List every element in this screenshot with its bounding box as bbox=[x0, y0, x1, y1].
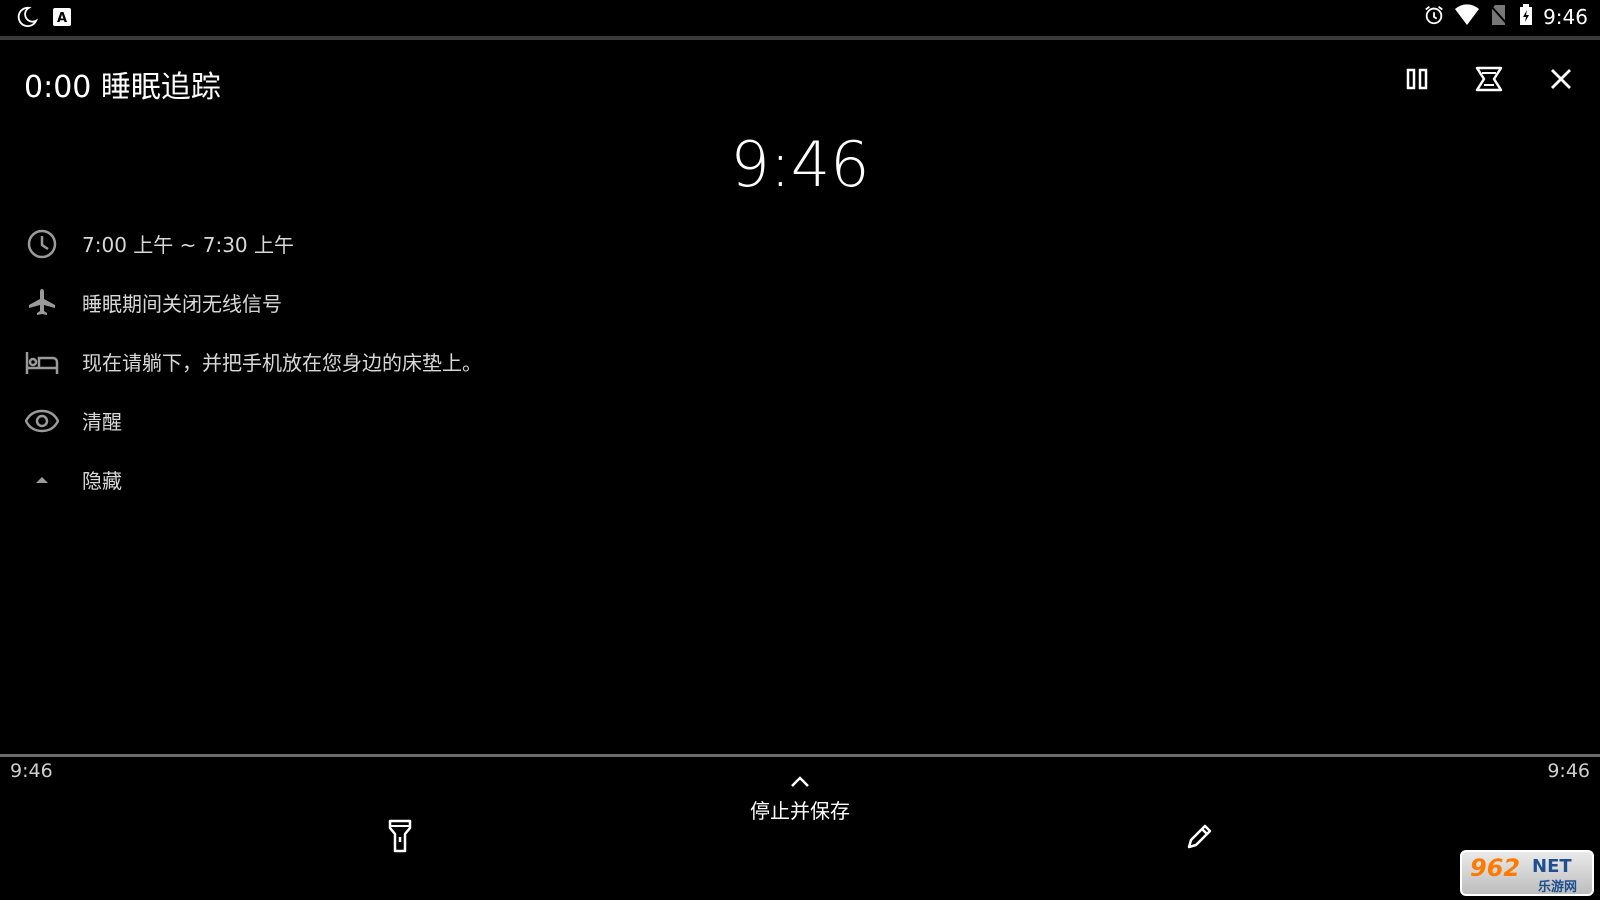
wifi-icon bbox=[1455, 4, 1480, 30]
timeline-bar bbox=[0, 754, 1600, 757]
clock-icon bbox=[24, 226, 60, 262]
watermark-net: NET bbox=[1532, 856, 1572, 877]
stop-and-save-label: 停止并保存 bbox=[750, 799, 850, 823]
airplane-icon bbox=[24, 285, 60, 321]
svg-text:A: A bbox=[57, 11, 67, 26]
airplane-mode-row[interactable]: 睡眠期间关闭无线信号 bbox=[24, 273, 482, 332]
stop-and-save-button[interactable]: 停止并保存 bbox=[700, 774, 900, 824]
battery-charging-icon bbox=[1519, 4, 1533, 30]
timeline-end-time: 9:46 bbox=[1547, 760, 1590, 782]
bed-instruction-row: 现在请躺下，并把手机放在您身边的床垫上。 bbox=[24, 332, 482, 391]
page-title: 0:00 睡眠追踪 bbox=[24, 70, 221, 105]
alarm-window-row: 7:00 上午 ~ 7:30 上午 bbox=[24, 214, 482, 273]
airplane-mode-text: 睡眠期间关闭无线信号 bbox=[82, 292, 282, 316]
watermark-cn: 乐游网 bbox=[1538, 880, 1578, 895]
pause-button[interactable] bbox=[1398, 62, 1436, 100]
close-icon bbox=[1549, 67, 1573, 95]
pencil-icon bbox=[1185, 821, 1215, 855]
bed-icon bbox=[24, 344, 60, 380]
info-list: 7:00 上午 ~ 7:30 上午 睡眠期间关闭无线信号 现在请躺下，并把手机放… bbox=[24, 214, 482, 509]
header-actions bbox=[1398, 62, 1580, 100]
hide-toggle-row[interactable]: 隐藏 bbox=[24, 450, 482, 509]
pause-icon bbox=[1405, 67, 1429, 95]
awake-status-row: 清醒 bbox=[24, 391, 482, 450]
current-time: 9:46 bbox=[730, 128, 870, 201]
site-watermark-logo: 962 NET 乐游网 bbox=[1460, 850, 1594, 896]
watermark-digits: 962 bbox=[1470, 854, 1521, 882]
lullaby-icon bbox=[1474, 65, 1504, 97]
chevron-up-icon bbox=[789, 774, 811, 793]
hide-toggle-text: 隐藏 bbox=[82, 469, 122, 493]
awake-status-text: 清醒 bbox=[82, 410, 122, 434]
timeline-start-time: 9:46 bbox=[10, 760, 53, 782]
a-keyboard-icon: A bbox=[52, 7, 72, 31]
no-sim-icon bbox=[1489, 4, 1509, 30]
status-divider bbox=[0, 36, 1600, 40]
lullaby-button[interactable] bbox=[1470, 62, 1508, 100]
alarm-window-text: 7:00 上午 ~ 7:30 上午 bbox=[82, 233, 295, 257]
moon-icon bbox=[16, 6, 39, 32]
flashlight-icon bbox=[388, 819, 412, 857]
flashlight-button[interactable] bbox=[378, 816, 422, 860]
status-bar: A 9:46 bbox=[0, 0, 1600, 36]
eye-icon bbox=[24, 403, 60, 439]
alarm-icon bbox=[1423, 4, 1445, 30]
status-clock: 9:46 bbox=[1543, 5, 1588, 29]
bed-instruction-text: 现在请躺下，并把手机放在您身边的床垫上。 bbox=[82, 351, 482, 375]
edit-button[interactable] bbox=[1178, 816, 1222, 860]
close-button[interactable] bbox=[1542, 62, 1580, 100]
chevron-up-icon bbox=[24, 462, 60, 498]
